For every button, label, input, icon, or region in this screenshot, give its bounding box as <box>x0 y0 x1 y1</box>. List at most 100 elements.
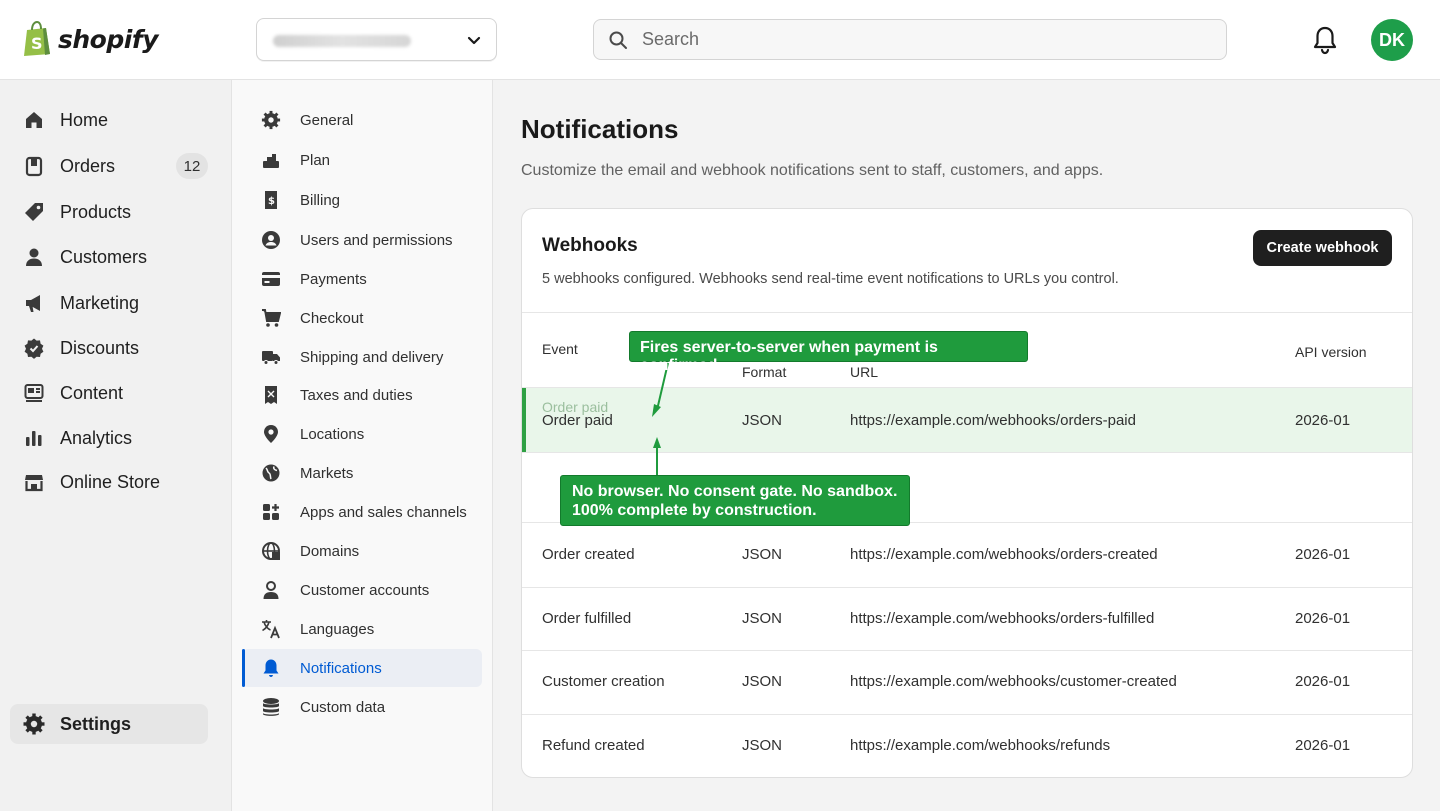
person-icon <box>23 246 45 268</box>
main-content: Notifications Customize the email and we… <box>493 80 1440 811</box>
nav-item-customers[interactable]: Customers <box>10 238 208 276</box>
settings-item-label: Users and permissions <box>300 231 453 249</box>
billing-icon: $ <box>261 190 281 210</box>
api-version-cell: 2026-01 <box>1295 610 1351 627</box>
location-pin-icon <box>261 424 281 444</box>
settings-item-taxes[interactable]: Taxes and duties <box>242 376 482 414</box>
nav-item-discounts[interactable]: Discounts <box>10 329 208 367</box>
settings-item-apps[interactable]: Apps and sales channels <box>242 493 482 531</box>
table-row[interactable]: Refund created JSON https://example.com/… <box>522 714 1412 777</box>
settings-nav: General Plan $ Billing Users and permiss… <box>232 80 493 811</box>
card-title: Webhooks <box>542 235 638 256</box>
url-cell: https://example.com/webhooks/customer-cr… <box>850 673 1177 690</box>
settings-item-label: General <box>300 111 354 129</box>
top-bar: S shopify DK <box>0 0 1440 80</box>
create-webhook-button[interactable]: Create webhook <box>1253 230 1392 266</box>
globe-icon <box>261 463 281 483</box>
svg-text:S: S <box>31 34 43 53</box>
nav-item-settings[interactable]: Settings <box>10 704 208 744</box>
settings-item-label: Taxes and duties <box>300 386 413 404</box>
settings-item-notifications[interactable]: Notifications <box>242 649 482 687</box>
nav-item-online-store[interactable]: Online Store <box>10 463 208 501</box>
settings-item-domains[interactable]: Domains <box>242 532 482 570</box>
shopify-bag-icon: S <box>24 21 50 56</box>
header-divider <box>522 312 1412 313</box>
settings-item-custom-data[interactable]: Custom data <box>242 688 482 726</box>
settings-item-customer-accounts[interactable]: Customer accounts <box>242 571 482 609</box>
svg-text:$: $ <box>268 196 275 207</box>
column-header-url: URL <box>850 364 879 380</box>
annotation-line: 100% complete by construction. <box>572 502 817 519</box>
bell-icon[interactable] <box>1311 25 1339 55</box>
event-cell: Order created <box>542 546 635 563</box>
settings-item-label: Customer accounts <box>300 581 430 599</box>
nav-item-home[interactable]: Home <box>10 101 208 139</box>
search-bar[interactable] <box>593 19 1227 60</box>
database-icon <box>261 697 281 717</box>
settings-item-label: Payments <box>300 270 367 288</box>
table-row[interactable]: Customer creation JSON https://example.c… <box>522 650 1412 714</box>
url-cell: https://example.com/webhooks/refunds <box>850 737 1111 754</box>
api-version-cell: 2026-01 <box>1295 546 1351 563</box>
nav-item-content[interactable]: Content <box>10 374 208 412</box>
nav-label: Settings <box>60 713 132 734</box>
event-cell: Customer creation <box>542 673 665 690</box>
plan-icon <box>261 150 281 170</box>
table-row[interactable]: Order created JSON https://example.com/w… <box>522 523 1412 587</box>
orders-icon <box>23 155 45 177</box>
nav-label: Online Store <box>60 471 161 492</box>
receipt-icon <box>261 385 281 405</box>
megaphone-icon <box>23 292 45 314</box>
column-header-format: Format <box>742 364 787 380</box>
url-cell: https://example.com/webhooks/orders-fulf… <box>850 610 1155 627</box>
user-circle-icon <box>261 230 281 250</box>
tag-icon <box>23 201 45 223</box>
settings-item-label: Custom data <box>300 698 386 716</box>
domain-globe-icon <box>261 541 281 561</box>
event-cell: Order paid <box>542 412 613 429</box>
settings-item-shipping[interactable]: Shipping and delivery <box>242 338 482 376</box>
store-selector[interactable] <box>256 18 497 61</box>
settings-item-label: Domains <box>300 542 360 560</box>
settings-item-users[interactable]: Users and permissions <box>242 221 482 259</box>
orders-count-badge: 12 <box>176 153 208 179</box>
truck-icon <box>261 347 281 367</box>
nav-item-analytics[interactable]: Analytics <box>10 419 208 457</box>
cart-icon <box>261 308 281 328</box>
event-cell: Order fulfilled <box>542 610 632 627</box>
settings-item-plan[interactable]: Plan <box>242 141 482 179</box>
bell-icon <box>261 658 281 678</box>
page-subtitle: Customize the email and webhook notifica… <box>521 162 1104 179</box>
settings-item-label: Billing <box>300 191 341 209</box>
table-row-highlighted[interactable]: Order paid Order paid JSON https://examp… <box>522 388 1412 452</box>
settings-item-general[interactable]: General <box>242 101 482 139</box>
shopify-logo[interactable]: S shopify <box>22 20 159 58</box>
column-header-event: Event <box>542 341 578 357</box>
event-cell: Refund created <box>542 737 645 754</box>
nav-item-marketing[interactable]: Marketing <box>10 284 208 322</box>
format-cell: JSON <box>742 673 783 690</box>
settings-item-markets[interactable]: Markets <box>242 454 482 492</box>
settings-item-locations[interactable]: Locations <box>242 415 482 453</box>
avatar[interactable]: DK <box>1371 19 1413 61</box>
annotation-line: No browser. No consent gate. No sandbox. <box>572 483 898 500</box>
settings-item-checkout[interactable]: Checkout <box>242 299 482 337</box>
settings-item-languages[interactable]: Languages <box>242 610 482 648</box>
search-icon <box>609 31 627 49</box>
format-cell: JSON <box>742 737 783 754</box>
settings-item-payments[interactable]: Payments <box>242 260 482 298</box>
nav-item-products[interactable]: Products <box>10 193 208 231</box>
nav-label: Home <box>60 109 109 130</box>
annotation-callout-bottom: No browser. No consent gate. No sandbox.… <box>560 475 910 526</box>
nav-label: Orders <box>60 155 116 176</box>
translate-icon <box>261 619 281 639</box>
annotation-callout-top: Fires server-to-server when payment is c… <box>629 331 1028 374</box>
search-input[interactable] <box>642 29 1182 50</box>
table-row[interactable]: Order fulfilled JSON https://example.com… <box>522 587 1412 651</box>
settings-item-label: Notifications <box>300 659 382 677</box>
store-name-redacted <box>273 35 411 47</box>
row-divider <box>522 452 1412 453</box>
settings-item-label: Plan <box>300 151 331 169</box>
nav-item-orders[interactable]: Orders 12 <box>10 147 208 185</box>
settings-item-billing[interactable]: $ Billing <box>242 181 482 219</box>
